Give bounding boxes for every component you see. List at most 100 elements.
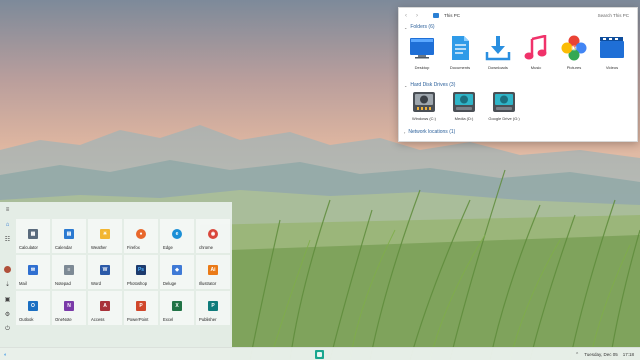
- tile-powerpoint[interactable]: P PowerPoint: [124, 291, 158, 325]
- folders-header-label: Folders (6): [410, 24, 435, 30]
- tile-photoshop[interactable]: Ps Photoshop: [124, 255, 158, 289]
- illustrator-icon: Ai: [208, 265, 218, 275]
- start-button-icon[interactable]: ◐: [2, 351, 9, 358]
- tile-notepad[interactable]: ≡ Notepad: [52, 255, 86, 289]
- powerpoint-icon: P: [136, 301, 146, 311]
- back-arrow-icon[interactable]: ‹: [403, 13, 409, 19]
- drive-c[interactable]: Windows (C:): [405, 91, 443, 128]
- music-icon: [523, 34, 549, 61]
- tile-label: Deluge: [163, 281, 177, 286]
- tile-excel[interactable]: X Excel: [160, 291, 194, 325]
- tile-label: Weather: [91, 245, 107, 250]
- access-icon: A: [100, 301, 110, 311]
- photoshop-icon: Ps: [136, 265, 146, 275]
- tile-label: PowerPoint: [127, 317, 149, 322]
- documents-icon: [447, 35, 473, 61]
- power-icon[interactable]: ⏻: [0, 322, 15, 337]
- weather-icon: ☀: [100, 229, 110, 239]
- chevron-up-icon[interactable]: ⌃: [575, 352, 579, 358]
- tile-label: Notepad: [55, 281, 71, 286]
- network-section-header[interactable]: › Network locations (1): [399, 128, 637, 136]
- chevron-down-icon: ⌄: [404, 24, 408, 30]
- calendar-icon: ▤: [64, 229, 74, 239]
- taskbar-date[interactable]: Tuesday, Dec 05: [584, 352, 618, 357]
- tile-onenote[interactable]: N OneNote: [52, 291, 86, 325]
- folder-downloads[interactable]: Downloads: [479, 35, 517, 81]
- hard-drive-icon: [412, 91, 436, 113]
- tile-calendar[interactable]: ▤ Calendar: [52, 219, 86, 253]
- taskbar-app-icon[interactable]: [315, 350, 324, 359]
- excel-icon: X: [172, 301, 182, 311]
- pictures-folder-icon[interactable]: ▣: [0, 292, 15, 307]
- tile-calculator[interactable]: ▦ Calculator: [16, 219, 50, 253]
- tile-illustrator[interactable]: Ai Illustrator: [196, 255, 230, 289]
- taskbar: ◐ ⌃ Tuesday, Dec 05 17:18: [0, 347, 640, 360]
- folders-list: Desktop Documents Downloads Music Pictur…: [399, 31, 637, 81]
- tile-outlook[interactable]: O Outlook: [16, 291, 50, 325]
- tile-label: chrome: [199, 245, 213, 250]
- folders-section-header[interactable]: ⌄ Folders (6): [399, 23, 637, 31]
- explorer-location[interactable]: This PC: [444, 13, 460, 18]
- tile-firefox[interactable]: ● Firefox: [124, 219, 158, 253]
- drive-label: Google Drive (G:): [488, 116, 520, 121]
- mail-icon: ✉: [28, 265, 38, 275]
- tile-label: Firefox: [127, 245, 140, 250]
- network-header-label: Network locations (1): [408, 129, 456, 135]
- calculator-icon: ▦: [28, 229, 38, 239]
- outlook-icon: O: [28, 301, 38, 311]
- home-icon[interactable]: ⌂: [0, 217, 15, 232]
- folder-desktop[interactable]: Desktop: [403, 35, 441, 81]
- hard-drive-icon: [492, 91, 516, 113]
- drive-d[interactable]: Media (D:): [445, 91, 483, 128]
- avatar[interactable]: [0, 262, 15, 277]
- folder-label: Pictures: [566, 65, 582, 70]
- all-apps-icon[interactable]: ☷: [0, 232, 15, 247]
- tile-label: Illustrator: [199, 281, 217, 286]
- folder-pictures[interactable]: Pictures: [555, 35, 593, 81]
- explorer-address-bar: ‹ › This PC Search This PC: [399, 8, 637, 23]
- file-explorer-window: ‹ › This PC Search This PC ⌄ Folders (6)…: [398, 7, 638, 142]
- folder-documents[interactable]: Documents: [441, 35, 479, 81]
- folder-videos[interactable]: Videos: [593, 35, 631, 81]
- folder-music[interactable]: Music: [517, 34, 555, 81]
- tile-publisher[interactable]: P Publisher: [196, 291, 230, 325]
- drive-g[interactable]: Google Drive (G:): [485, 91, 523, 128]
- notepad-icon: ≡: [64, 265, 74, 275]
- drive-label: Media (D:): [454, 116, 474, 121]
- drives-list: Windows (C:) Media (D:) Google Drive (G:…: [399, 89, 637, 128]
- tile-deluge[interactable]: ◆ Deluge: [160, 255, 194, 289]
- downloads-icon: [485, 35, 511, 61]
- hamburger-menu-icon[interactable]: ≡: [0, 202, 15, 217]
- folder-label: Music: [530, 65, 542, 70]
- pictures-icon: [561, 35, 587, 61]
- tile-access[interactable]: A Access: [88, 291, 122, 325]
- publisher-icon: P: [208, 301, 218, 311]
- downloads-folder-icon[interactable]: ⇣: [0, 277, 15, 292]
- tile-word[interactable]: W Word: [88, 255, 122, 289]
- word-icon: W: [100, 265, 110, 275]
- tile-mail[interactable]: ✉ Mail: [16, 255, 50, 289]
- forward-arrow-icon[interactable]: ›: [414, 13, 420, 19]
- tile-edge[interactable]: e Edge: [160, 219, 194, 253]
- explorer-search-input[interactable]: Search This PC: [598, 13, 633, 18]
- start-menu: ≡ ⌂ ☷ ⇣ ▣ ⚙ ⏻ ▦ Calculator ▤ Calendar ☀ Wea…: [0, 202, 232, 347]
- settings-gear-icon[interactable]: ⚙: [0, 307, 15, 322]
- tile-label: Mail: [19, 281, 27, 286]
- chevron-down-icon: ⌄: [404, 82, 408, 88]
- firefox-icon: ●: [136, 229, 146, 239]
- tile-weather[interactable]: ☀ Weather: [88, 219, 122, 253]
- tile-label: Photoshop: [127, 281, 148, 286]
- deluge-icon: ◆: [172, 265, 182, 275]
- tile-label: Access: [91, 317, 105, 322]
- taskbar-time[interactable]: 17:18: [623, 352, 634, 357]
- hard-drive-icon: [452, 91, 476, 113]
- tile-chrome[interactable]: ◉ chrome: [196, 219, 230, 253]
- this-pc-icon: [433, 13, 439, 18]
- folder-label: Videos: [605, 65, 619, 70]
- drives-section-header[interactable]: ⌄ Hard Disk Drives (3): [399, 81, 637, 89]
- chevron-right-icon: ›: [404, 129, 406, 135]
- tile-label: Edge: [163, 245, 173, 250]
- folder-label: Desktop: [414, 65, 430, 70]
- chrome-icon: ◉: [208, 229, 218, 239]
- tile-label: Word: [91, 281, 101, 286]
